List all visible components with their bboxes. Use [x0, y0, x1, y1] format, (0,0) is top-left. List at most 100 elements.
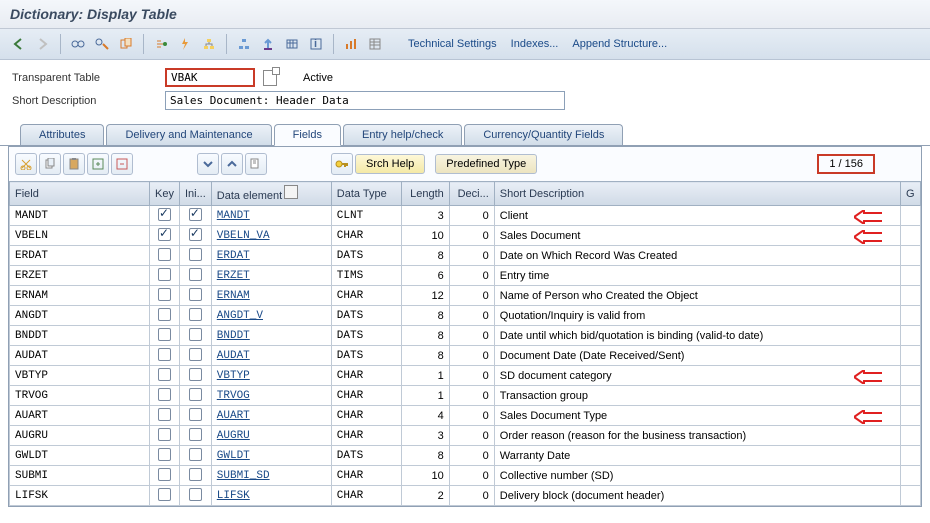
cell-ini[interactable]: [179, 346, 211, 366]
table-row[interactable]: VBTYPVBTYPCHAR10SD document category: [10, 366, 921, 386]
cell-data-element[interactable]: ANGDT_V: [211, 306, 331, 326]
cell-ini[interactable]: [179, 306, 211, 326]
copy-icon[interactable]: [39, 153, 61, 175]
cell-data-element[interactable]: AUART: [211, 406, 331, 426]
check-icon[interactable]: [150, 33, 172, 55]
table-row[interactable]: AUGRUAUGRUCHAR30Order reason (reason for…: [10, 426, 921, 446]
tab-delivery[interactable]: Delivery and Maintenance: [106, 124, 271, 146]
insert-row-icon[interactable]: [87, 153, 109, 175]
info-icon[interactable]: i: [305, 33, 327, 55]
cell-data-element[interactable]: ERNAM: [211, 286, 331, 306]
table-row[interactable]: AUARTAUARTCHAR40Sales Document Type: [10, 406, 921, 426]
cell-key[interactable]: [150, 306, 180, 326]
cell-field[interactable]: TRVOG: [10, 386, 150, 406]
cell-data-element[interactable]: MANDT: [211, 206, 331, 226]
col-short-desc[interactable]: Short Description: [494, 182, 900, 206]
cell-data-element[interactable]: AUGRU: [211, 426, 331, 446]
cell-data-element[interactable]: ERDAT: [211, 246, 331, 266]
cell-key[interactable]: [150, 486, 180, 506]
col-decimals[interactable]: Deci...: [449, 182, 494, 206]
col-ini[interactable]: Ini...: [179, 182, 211, 206]
cell-field[interactable]: ERNAM: [10, 286, 150, 306]
activate-icon[interactable]: [174, 33, 196, 55]
cell-field[interactable]: ERZET: [10, 266, 150, 286]
other-object-icon[interactable]: [115, 33, 137, 55]
table-row[interactable]: ANGDTANGDT_VDATS80Quotation/Inquiry is v…: [10, 306, 921, 326]
delete-row-icon[interactable]: [111, 153, 133, 175]
cell-field[interactable]: AUART: [10, 406, 150, 426]
expand-icon[interactable]: [197, 153, 219, 175]
cell-field[interactable]: AUGRU: [10, 426, 150, 446]
append-icon[interactable]: [257, 33, 279, 55]
cell-ini[interactable]: [179, 226, 211, 246]
col-data-element[interactable]: Data element: [217, 190, 282, 202]
graphic-icon[interactable]: [340, 33, 362, 55]
cell-ini[interactable]: [179, 326, 211, 346]
hierarchy-icon[interactable]: [233, 33, 255, 55]
col-btn-icon[interactable]: [284, 185, 298, 199]
collapse-icon[interactable]: [221, 153, 243, 175]
cell-ini[interactable]: [179, 486, 211, 506]
cell-ini[interactable]: [179, 406, 211, 426]
tab-currency[interactable]: Currency/Quantity Fields: [464, 124, 623, 146]
cell-key[interactable]: [150, 406, 180, 426]
cell-field[interactable]: ANGDT: [10, 306, 150, 326]
col-g[interactable]: G: [901, 182, 921, 206]
cell-data-element[interactable]: LIFSK: [211, 486, 331, 506]
predefined-type-button[interactable]: Predefined Type: [435, 154, 537, 174]
cell-data-element[interactable]: GWLDT: [211, 446, 331, 466]
table-row[interactable]: AUDATAUDATDATS80Document Date (Date Rece…: [10, 346, 921, 366]
table-row[interactable]: ERNAMERNAMCHAR120Name of Person who Crea…: [10, 286, 921, 306]
cell-ini[interactable]: [179, 366, 211, 386]
cell-field[interactable]: BNDDT: [10, 326, 150, 346]
tab-entry-help[interactable]: Entry help/check: [343, 124, 462, 146]
back-icon[interactable]: [8, 33, 30, 55]
cell-ini[interactable]: [179, 466, 211, 486]
glasses-icon[interactable]: [67, 33, 89, 55]
cell-field[interactable]: LIFSK: [10, 486, 150, 506]
where-used-icon[interactable]: [198, 33, 220, 55]
cell-ini[interactable]: [179, 386, 211, 406]
cell-field[interactable]: VBELN: [10, 226, 150, 246]
table-row[interactable]: ERZETERZETTIMS60Entry time: [10, 266, 921, 286]
col-field[interactable]: Field: [10, 182, 150, 206]
append-structure-link[interactable]: Append Structure...: [566, 36, 673, 52]
table-row[interactable]: VBELNVBELN_VACHAR100Sales Document: [10, 226, 921, 246]
cell-data-element[interactable]: BNDDT: [211, 326, 331, 346]
cell-field[interactable]: GWLDT: [10, 446, 150, 466]
cell-ini[interactable]: [179, 446, 211, 466]
table-row[interactable]: BNDDTBNDDTDATS80Date until which bid/quo…: [10, 326, 921, 346]
cut-icon[interactable]: [15, 153, 37, 175]
cell-key[interactable]: [150, 266, 180, 286]
cell-key[interactable]: [150, 426, 180, 446]
cell-field[interactable]: SUBMI: [10, 466, 150, 486]
cell-key[interactable]: [150, 446, 180, 466]
display-change-icon[interactable]: [91, 33, 113, 55]
indexes-link[interactable]: Indexes...: [505, 36, 565, 52]
table-row[interactable]: ERDATERDATDATS80Date on Which Record Was…: [10, 246, 921, 266]
cell-data-element[interactable]: VBTYP: [211, 366, 331, 386]
table-icon[interactable]: [364, 33, 386, 55]
table-row[interactable]: LIFSKLIFSKCHAR20Delivery block (document…: [10, 486, 921, 506]
contents-icon[interactable]: [281, 33, 303, 55]
forward-icon[interactable]: [32, 33, 54, 55]
cell-data-element[interactable]: VBELN_VA: [211, 226, 331, 246]
paste-icon[interactable]: [63, 153, 85, 175]
cell-key[interactable]: [150, 286, 180, 306]
cell-key[interactable]: [150, 246, 180, 266]
cell-ini[interactable]: [179, 206, 211, 226]
cell-field[interactable]: AUDAT: [10, 346, 150, 366]
tab-fields[interactable]: Fields: [274, 124, 341, 146]
short-desc-input[interactable]: [165, 91, 565, 110]
cell-field[interactable]: ERDAT: [10, 246, 150, 266]
table-name-input[interactable]: [165, 68, 255, 87]
cell-key[interactable]: [150, 386, 180, 406]
col-data-type[interactable]: Data Type: [331, 182, 401, 206]
cell-field[interactable]: VBTYP: [10, 366, 150, 386]
cell-field[interactable]: MANDT: [10, 206, 150, 226]
tab-attributes[interactable]: Attributes: [20, 124, 104, 146]
cell-key[interactable]: [150, 466, 180, 486]
srch-help-button[interactable]: Srch Help: [355, 154, 425, 174]
cell-key[interactable]: [150, 346, 180, 366]
cell-key[interactable]: [150, 226, 180, 246]
